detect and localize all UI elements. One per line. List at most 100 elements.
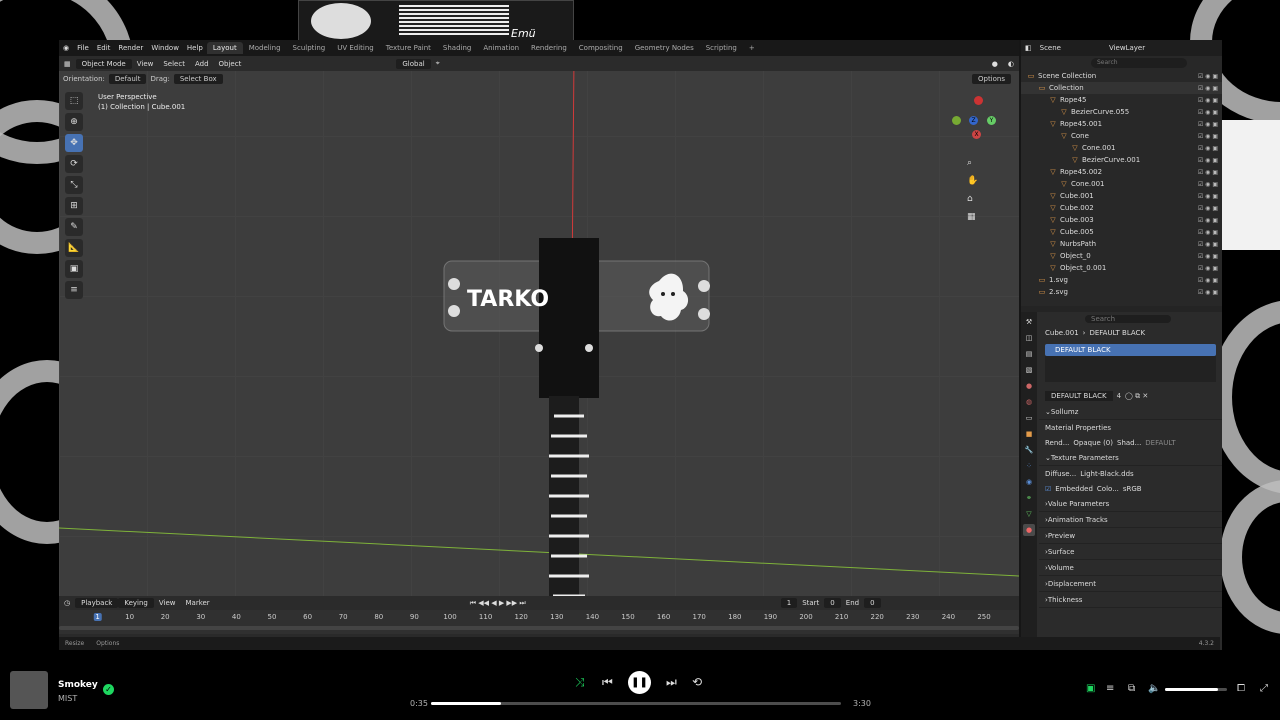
material-slot-item[interactable]: DEFAULT BLACK [1045, 344, 1216, 356]
object-tab-icon[interactable]: ■ [1023, 428, 1035, 440]
value-parameters-section[interactable]: › Value Parameters [1039, 496, 1222, 512]
gizmo-z-neg-icon[interactable] [974, 96, 983, 105]
outliner-row[interactable]: ▽ Cube.001 ☑ ◉ ▣ [1021, 190, 1222, 202]
3d-viewport[interactable]: ▦ Object Mode View Select Add Object Glo… [59, 56, 1019, 634]
outliner-row[interactable]: ▭ 1.svg ☑ ◉ ▣ [1021, 274, 1222, 286]
visibility-toggle-icon[interactable]: ☑ ◉ ▣ [1198, 229, 1218, 236]
transform-orientation-select[interactable]: Global [396, 58, 431, 69]
mini-player-icon[interactable]: ⧠ [1237, 683, 1245, 694]
menu-add[interactable]: Add [190, 60, 214, 68]
visibility-toggle-icon[interactable]: ☑ ◉ ▣ [1198, 205, 1218, 212]
outliner-row[interactable]: ▽ Cone.001 ☑ ◉ ▣ [1021, 142, 1222, 154]
scene-tab-icon[interactable]: ● [1023, 380, 1035, 392]
outliner-row[interactable]: ▽ Cone.001 ☑ ◉ ▣ [1021, 178, 1222, 190]
pan-hand-icon[interactable]: ✋ [967, 176, 978, 186]
texture-parameters-section[interactable]: ⌄ Texture Parameters [1039, 450, 1222, 466]
sollumz-section[interactable]: ⌄ Sollumz [1039, 404, 1222, 420]
tab-animation[interactable]: Animation [477, 42, 525, 54]
shuffle-icon[interactable]: ⤨ [575, 675, 585, 690]
outliner-row[interactable]: ▽ Rope45 ☑ ◉ ▣ [1021, 94, 1222, 106]
physics-tab-icon[interactable]: ◉ [1023, 476, 1035, 488]
outliner-row[interactable]: ▽ Rope45.002 ☑ ◉ ▣ [1021, 166, 1222, 178]
pause-button[interactable]: ❚❚ [628, 671, 651, 694]
visibility-toggle-icon[interactable]: ☑ ◉ ▣ [1198, 277, 1218, 284]
visibility-toggle-icon[interactable]: ☑ ◉ ▣ [1198, 217, 1218, 224]
outliner-row[interactable]: ▽ Cone ☑ ◉ ▣ [1021, 130, 1222, 142]
playback-menu[interactable]: Playback [75, 598, 119, 608]
menu-render[interactable]: Render [114, 44, 147, 52]
properties-search-input[interactable]: Search [1085, 315, 1171, 323]
outliner-row[interactable]: ▽ BezierCurve.001 ☑ ◉ ▣ [1021, 154, 1222, 166]
visibility-toggle-icon[interactable]: ☑ ◉ ▣ [1198, 157, 1218, 164]
select-tool-icon[interactable]: ⬚ [65, 92, 83, 110]
visibility-toggle-icon[interactable]: ☑ ◉ ▣ [1198, 241, 1218, 248]
annotate-tool-icon[interactable]: ✎ [65, 218, 83, 236]
gizmo-z-icon[interactable]: Z [969, 116, 978, 125]
tab-uv-editing[interactable]: UV Editing [331, 42, 380, 54]
tab-shading[interactable]: Shading [437, 42, 477, 54]
tool-tab-icon[interactable]: ⚒ [1023, 316, 1035, 328]
menu-help[interactable]: Help [183, 44, 207, 52]
outliner-row[interactable]: ▭ 2.svg ☑ ◉ ▣ [1021, 286, 1222, 298]
material-actions-icon[interactable]: ◯ ⧉ ✕ [1125, 392, 1148, 401]
measure-tool-icon[interactable]: 📐 [65, 239, 83, 257]
outliner-row[interactable]: ▽ NurbsPath ☑ ◉ ▣ [1021, 238, 1222, 250]
cursor-tool-icon[interactable]: ⊕ [65, 113, 83, 131]
visibility-toggle-icon[interactable]: ☑ ◉ ▣ [1198, 265, 1218, 272]
properties-section-displacement[interactable]: › Displacement [1039, 576, 1222, 592]
fullscreen-icon[interactable]: ⤢ [1260, 683, 1268, 694]
timeline-view-menu[interactable]: View [154, 599, 181, 607]
album-cover[interactable] [10, 671, 48, 709]
world-tab-icon[interactable]: ◍ [1023, 396, 1035, 408]
outliner-row[interactable]: ▽ Cube.003 ☑ ◉ ▣ [1021, 214, 1222, 226]
gizmo-y-pos-icon[interactable]: Y [987, 116, 996, 125]
outliner-row[interactable]: ▽ Cube.002 ☑ ◉ ▣ [1021, 202, 1222, 214]
diffuse-texture-field[interactable]: Light-Black.dds [1076, 470, 1137, 478]
playback-controls[interactable]: ⏮ ◀◀ ◀ ▶ ▶▶ ⏭ [465, 599, 531, 608]
tab-texture-paint[interactable]: Texture Paint [380, 42, 437, 54]
visibility-toggle-icon[interactable]: ☑ ◉ ▣ [1198, 73, 1218, 80]
constraints-tab-icon[interactable]: ⚭ [1023, 492, 1035, 504]
grid-view-icon[interactable]: ▦ [967, 212, 976, 222]
tab-geometry-nodes[interactable]: Geometry Nodes [629, 42, 700, 54]
render-tab-icon[interactable]: ◫ [1023, 332, 1035, 344]
extra-tool-icon[interactable]: ≡ [65, 281, 83, 299]
tab-modeling[interactable]: Modeling [243, 42, 287, 54]
view-layer-select[interactable]: ViewLayer [1105, 44, 1149, 52]
now-playing-view-icon[interactable]: ▣ [1086, 683, 1095, 694]
orientation-select[interactable]: Default [108, 73, 147, 84]
visibility-toggle-icon[interactable]: ☑ ◉ ▣ [1198, 289, 1218, 296]
outliner-row[interactable]: ▽ Object_0 ☑ ◉ ▣ [1021, 250, 1222, 262]
tab-rendering[interactable]: Rendering [525, 42, 573, 54]
volume-slider[interactable] [1165, 688, 1227, 691]
song-title[interactable]: Smokey [58, 680, 98, 690]
gizmo-y-icon[interactable] [952, 116, 961, 125]
tab-layout[interactable]: Layout [206, 42, 243, 54]
material-tab-icon[interactable]: ● [1023, 524, 1035, 536]
outliner-row[interactable]: ▭ Scene Collection ☑ ◉ ▣ [1021, 70, 1222, 82]
menu-select[interactable]: Select [158, 60, 190, 68]
visibility-toggle-icon[interactable]: ☑ ◉ ▣ [1198, 109, 1218, 116]
data-tab-icon[interactable]: ▽ [1023, 508, 1035, 520]
outliner-search-input[interactable]: Search [1091, 58, 1187, 68]
rotate-tool-icon[interactable]: ⟳ [65, 155, 83, 173]
collection-tab-icon[interactable]: ▭ [1023, 412, 1035, 424]
options-button[interactable]: Options [971, 73, 1011, 84]
visibility-toggle-icon[interactable]: ☑ ◉ ▣ [1198, 253, 1218, 260]
menu-file[interactable]: File [73, 44, 93, 52]
particles-tab-icon[interactable]: ⁘ [1023, 460, 1035, 472]
visibility-toggle-icon[interactable]: ☑ ◉ ▣ [1198, 145, 1218, 152]
shading-solid-icon[interactable]: ● [987, 60, 1003, 68]
outliner-row[interactable]: ▽ Cube.005 ☑ ◉ ▣ [1021, 226, 1222, 238]
shader-select[interactable]: DEFAULT [1141, 439, 1179, 447]
timeline-scrollbar[interactable] [59, 626, 1019, 630]
properties-section-thickness[interactable]: › Thickness [1039, 592, 1222, 608]
outliner-row[interactable]: ▽ Object_0.001 ☑ ◉ ▣ [1021, 262, 1222, 274]
navigation-gizmo[interactable]: Y Z X ⌕ ✋ ⌂ ▦ [947, 90, 997, 230]
queue-icon[interactable]: ≡ [1106, 683, 1114, 694]
menu-window[interactable]: Window [147, 44, 183, 52]
add-workspace-icon[interactable]: + [743, 42, 761, 54]
scene-select[interactable]: Scene [1036, 44, 1065, 52]
add-cube-tool-icon[interactable]: ▣ [65, 260, 83, 278]
volume-icon[interactable]: 🔈 [1148, 683, 1160, 694]
